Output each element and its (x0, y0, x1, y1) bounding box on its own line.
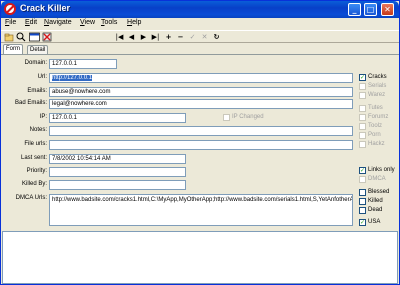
last-record-icon[interactable]: ▶| (150, 32, 161, 42)
url-label: Url: (37, 74, 47, 80)
last-sent-label: Last sent: (20, 155, 47, 161)
tutes-checkbox[interactable] (359, 105, 366, 112)
usa-checkbox[interactable] (359, 219, 366, 226)
delete-icon[interactable] (42, 32, 53, 42)
tab-detail[interactable]: Detail (27, 45, 49, 54)
bad-emails-label: Bad Emails: (14, 100, 47, 106)
menu-navigate[interactable]: Navigate (44, 19, 72, 26)
remove-record-icon[interactable]: − (175, 32, 186, 42)
hackz-checkbox[interactable] (359, 141, 366, 148)
dead-label: Dead (368, 207, 383, 213)
no-sign-app-icon (4, 3, 16, 15)
links-only-checkbox[interactable] (359, 167, 366, 174)
file-urls-label: File urls: (24, 141, 47, 147)
cracks-checkbox[interactable] (359, 74, 366, 81)
post-edit-icon[interactable]: ✓ (187, 32, 198, 42)
blessed-checkbox[interactable] (359, 189, 366, 196)
bad-emails-field[interactable]: legal@nowhere.com (49, 99, 353, 109)
tab-form[interactable]: Form (3, 44, 23, 54)
ip-changed-label: IP Changed (232, 114, 264, 120)
toolz-checkbox[interactable] (359, 123, 366, 130)
toolz-label: Toolz (368, 123, 383, 129)
menu-edit[interactable]: Edit (25, 19, 37, 26)
menu-accelerator: H (127, 19, 133, 26)
cancel-edit-icon[interactable]: ✕ (199, 32, 210, 42)
blessed-label: Blessed (368, 189, 390, 195)
menu-bar: File Edit Navigate View Tools Help (1, 18, 399, 29)
prev-record-icon[interactable]: ◀ (126, 32, 137, 42)
menu-accelerator: F (5, 19, 10, 26)
emails-label: Emails: (27, 88, 47, 94)
file-urls-field[interactable] (49, 140, 353, 150)
close-button[interactable]: ✕ (381, 3, 394, 16)
menu-tools[interactable]: Tools (101, 19, 117, 26)
window-title: Crack Killer (20, 3, 71, 13)
emails-field[interactable]: abuse@nowhere.com (49, 87, 353, 97)
add-record-icon[interactable]: + (163, 32, 174, 42)
links-only-label: Links only (368, 167, 395, 173)
menu-file[interactable]: File (5, 19, 16, 26)
porn-label: Porn (368, 132, 381, 138)
view-icon[interactable] (29, 32, 40, 42)
killed-checkbox[interactable] (359, 198, 366, 205)
warez-label: Warez (368, 92, 386, 98)
maximize-button[interactable]: □ (364, 3, 377, 16)
menu-view[interactable]: View (80, 19, 95, 26)
first-record-icon[interactable]: |◀ (114, 32, 125, 42)
dead-checkbox[interactable] (359, 207, 366, 214)
ip-field[interactable]: 127.0.0.1 (49, 113, 186, 123)
warez-checkbox[interactable] (359, 92, 366, 99)
dmca-urls-field[interactable]: http://www.badsite.com/cracks1.html,C:\M… (49, 194, 353, 226)
menu-accelerator: N (44, 19, 50, 26)
find-icon[interactable] (16, 32, 27, 42)
menu-help[interactable]: Help (127, 19, 141, 26)
title-bar[interactable]: Crack Killer _ □ ✕ (1, 1, 399, 18)
priority-field[interactable] (49, 167, 186, 177)
menu-accelerator: E (25, 19, 30, 26)
serials-label: Serials (368, 83, 387, 89)
form-panel: Domain: 127.0.0.1 Url: http://127.0.0.1 … (1, 54, 399, 231)
toolbar: |◀ ◀ ▶ ▶| + − ✓ ✕ ↻ (1, 30, 399, 43)
killed-label: Killed (368, 198, 383, 204)
ip-label: IP: (39, 114, 47, 120)
notes-label: Notes: (29, 127, 47, 133)
cracks-label: Cracks (368, 74, 387, 80)
url-selected-text: http://127.0.0.1 (52, 75, 93, 81)
dmca-urls-label: DMCA Urls: (15, 195, 47, 201)
porn-checkbox[interactable] (359, 132, 366, 139)
dmca-label: DMCA (368, 176, 386, 182)
next-record-icon[interactable]: ▶ (138, 32, 149, 42)
ip-changed-checkbox[interactable] (223, 114, 230, 121)
tab-strip: Form Detail (1, 44, 399, 54)
usa-label: USA (368, 219, 381, 225)
killed-by-label: Killed By: (21, 181, 47, 187)
output-memo[interactable] (2, 231, 398, 284)
minimize-button[interactable]: _ (348, 3, 361, 16)
hackz-label: Hackz (368, 141, 385, 147)
open-icon[interactable] (4, 32, 15, 42)
serials-checkbox[interactable] (359, 83, 366, 90)
app-window: Crack Killer _ □ ✕ File Edit Navigate Vi… (0, 0, 400, 285)
notes-field[interactable] (49, 126, 353, 136)
refresh-icon[interactable]: ↻ (211, 32, 222, 42)
url-field[interactable]: http://127.0.0.1 (49, 73, 353, 83)
killed-by-field[interactable] (49, 180, 186, 190)
domain-label: Domain: (24, 60, 47, 66)
tutes-label: Tutes (368, 105, 383, 111)
priority-label: Priority: (26, 168, 47, 174)
last-sent-field[interactable]: 7/8/2002 10:54:14 AM (49, 154, 186, 164)
forumz-checkbox[interactable] (359, 114, 366, 121)
dmca-checkbox[interactable] (359, 176, 366, 183)
menu-accelerator: T (101, 19, 105, 26)
menu-accelerator: V (80, 19, 85, 26)
domain-field[interactable]: 127.0.0.1 (49, 59, 117, 69)
forumz-label: Forumz (368, 114, 389, 120)
